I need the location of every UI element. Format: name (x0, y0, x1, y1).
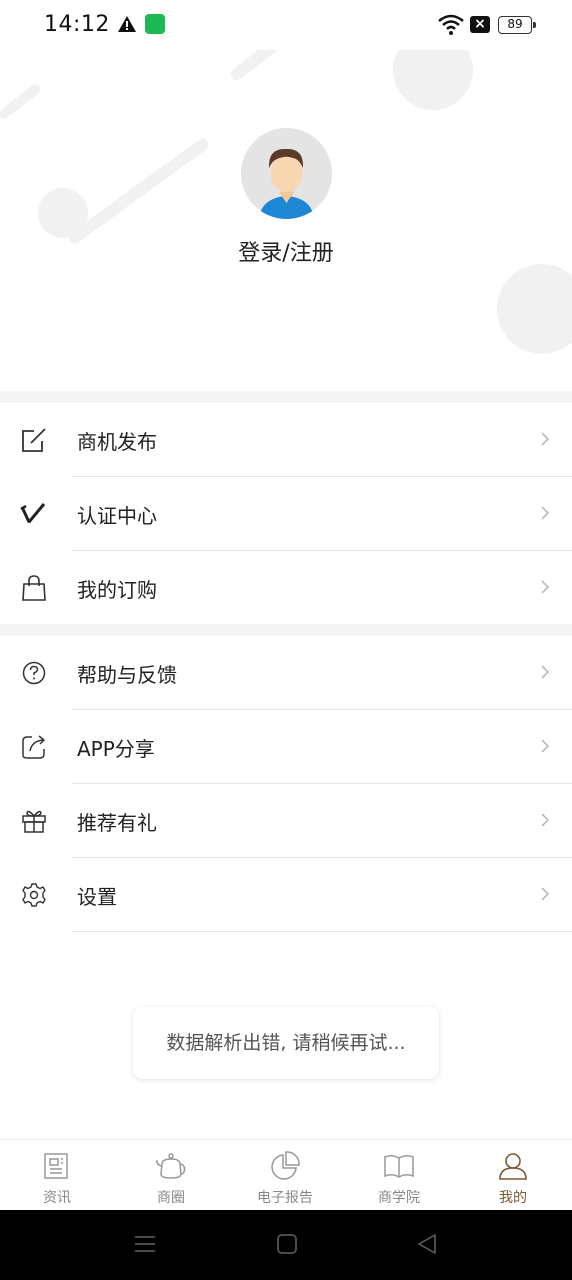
menu-item-verification[interactable]: 认证中心 (0, 477, 572, 551)
status-time: 14:12 (44, 12, 110, 37)
chevron-right-icon (541, 432, 550, 446)
section-gap (0, 391, 572, 403)
menu-label: APP分享 (77, 737, 155, 761)
menu-label: 认证中心 (77, 504, 157, 528)
login-register-link[interactable]: 登录/注册 (0, 235, 572, 267)
user-icon (499, 1153, 527, 1180)
menu-item-app-share[interactable]: APP分享 (0, 710, 572, 784)
teapot-icon (156, 1153, 186, 1179)
tab-business-circle[interactable]: 商圈 (114, 1140, 228, 1211)
divider (72, 931, 572, 932)
menu-item-my-orders[interactable]: 我的订购 (0, 551, 572, 625)
avatar[interactable] (241, 128, 332, 219)
default-avatar-icon (241, 128, 332, 219)
back-icon[interactable] (416, 1233, 438, 1255)
wifi-icon (438, 14, 464, 35)
decor-stripe (0, 82, 43, 121)
menu-item-help-feedback[interactable]: 帮助与反馈 (0, 636, 572, 710)
menu-item-referral-gift[interactable]: 推荐有礼 (0, 784, 572, 858)
decor-circle (497, 264, 572, 354)
error-toast: 数据解析出错, 请稍候再试... (133, 1007, 439, 1079)
menu-label: 推荐有礼 (77, 811, 157, 835)
tab-label: 商学院 (378, 1190, 420, 1206)
chevron-right-icon (541, 506, 550, 520)
menu-label: 商机发布 (77, 430, 157, 454)
news-icon (44, 1153, 68, 1179)
decor-stripe (228, 50, 283, 83)
edit-icon (22, 428, 46, 452)
gift-icon (22, 810, 46, 833)
chevron-right-icon (541, 665, 550, 679)
menu-label: 我的订购 (77, 578, 157, 602)
verify-icon (20, 503, 46, 523)
decor-circle (393, 50, 473, 110)
decor-stripe (66, 136, 212, 246)
tab-mine[interactable]: 我的 (456, 1140, 570, 1211)
pie-chart-icon (271, 1151, 300, 1180)
tab-label: 资讯 (43, 1190, 71, 1206)
share-icon (22, 735, 46, 759)
tab-label: 我的 (499, 1190, 527, 1206)
tab-label: 电子报告 (257, 1190, 313, 1206)
status-bar: 14:12 × 89 (0, 0, 572, 50)
section-gap (0, 624, 572, 636)
system-navigation-bar (0, 1210, 572, 1280)
menu-label: 设置 (77, 885, 117, 909)
menu-label: 帮助与反馈 (77, 663, 177, 687)
help-icon (22, 661, 46, 685)
chevron-right-icon (541, 739, 550, 753)
bottom-tab-bar: 资讯 商圈 电子报告 商学院 我的 (0, 1139, 572, 1210)
battery-icon: 89 (498, 16, 536, 34)
chevron-right-icon (541, 580, 550, 594)
warning-icon (118, 16, 136, 32)
no-sim-icon: × (470, 16, 490, 33)
chevron-right-icon (541, 813, 550, 827)
tab-news[interactable]: 资讯 (0, 1140, 114, 1211)
shopping-bag-icon (22, 575, 46, 601)
book-icon (384, 1154, 414, 1178)
app-notification-icon (145, 14, 165, 34)
home-icon[interactable] (276, 1233, 298, 1255)
menu-item-post-business[interactable]: 商机发布 (0, 403, 572, 477)
menu-item-settings[interactable]: 设置 (0, 858, 572, 932)
tab-e-report[interactable]: 电子报告 (228, 1140, 342, 1211)
menu-icon[interactable] (134, 1233, 156, 1255)
profile-header: 登录/注册 (0, 50, 572, 390)
gear-icon (22, 883, 46, 907)
tab-business-school[interactable]: 商学院 (342, 1140, 456, 1211)
tab-label: 商圈 (157, 1190, 185, 1206)
chevron-right-icon (541, 887, 550, 901)
